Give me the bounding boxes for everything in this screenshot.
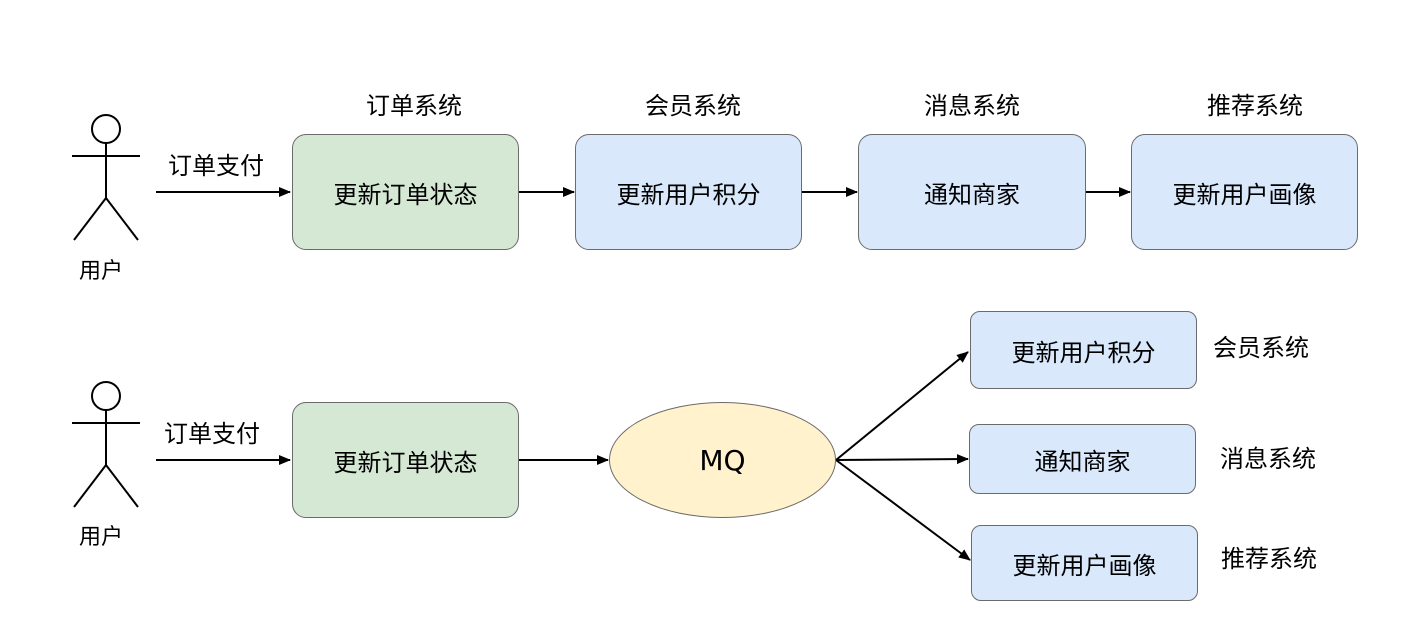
box-update-order-status-1: 更新订单状态 [292, 134, 519, 250]
box-update-user-points-2: 更新用户积分 [970, 311, 1197, 389]
box-label: 更新用户画像 [1012, 551, 1157, 580]
box-notify-merchant-2: 通知商家 [969, 424, 1196, 494]
user-actor-icon-2 [72, 381, 140, 508]
system-title-recommend-2: 推荐系统 [1221, 545, 1317, 573]
box-label: 通知商家 [1034, 447, 1131, 476]
arrow-mq-to-recommend [835, 459, 971, 561]
system-title-message-1: 消息系统 [924, 92, 1020, 120]
box-label: 更新用户积分 [616, 180, 761, 209]
mq-ellipse: MQ [609, 402, 836, 518]
mq-label: MQ [699, 443, 746, 477]
arrow-mq-to-message [835, 454, 969, 465]
user-actor-icon-1 [72, 114, 140, 241]
box-label: 更新订单状态 [333, 180, 478, 209]
system-title-order-1: 订单系统 [366, 92, 462, 120]
box-label: 通知商家 [924, 180, 1020, 209]
box-update-order-status-2: 更新订单状态 [292, 402, 519, 518]
box-label: 更新用户积分 [1011, 338, 1156, 367]
box-notify-merchant-1: 通知商家 [858, 134, 1086, 250]
system-title-message-2: 消息系统 [1220, 445, 1316, 473]
box-label: 更新用户画像 [1172, 180, 1317, 209]
user-label-1: 用户 [79, 259, 124, 284]
user-label-2: 用户 [79, 525, 124, 550]
system-title-member-2: 会员系统 [1213, 334, 1309, 362]
pay-label-1: 订单支付 [168, 152, 264, 180]
system-title-recommend-1: 推荐系统 [1207, 92, 1303, 120]
box-update-user-points-1: 更新用户积分 [575, 134, 802, 250]
arrow-mq-to-member [835, 351, 969, 461]
system-title-member-1: 会员系统 [645, 92, 741, 120]
box-label: 更新订单状态 [333, 448, 478, 477]
box-update-user-profile-2: 更新用户画像 [971, 525, 1198, 601]
pay-label-2: 订单支付 [164, 420, 260, 448]
box-update-user-profile-1: 更新用户画像 [1131, 134, 1358, 250]
